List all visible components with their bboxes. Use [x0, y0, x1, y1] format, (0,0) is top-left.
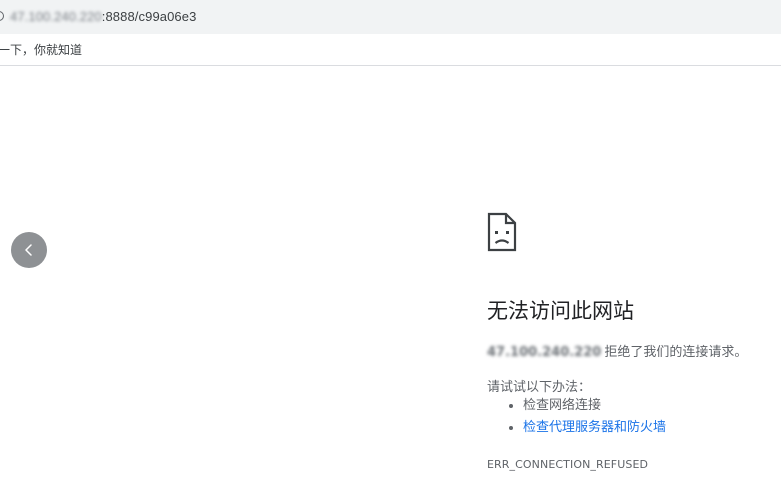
error-code: ERR_CONNECTION_REFUSED	[487, 458, 649, 471]
error-description: 47.100.240.220 拒绝了我们的连接请求。	[487, 341, 747, 360]
suggestions-label: 请试试以下办法：	[487, 380, 592, 395]
error-title: 无法访问此网站	[487, 299, 634, 323]
list-item: 检查代理服务器和防火墙	[509, 420, 666, 442]
bookmarks-bar: 一下，你就知道	[0, 34, 781, 66]
bookmark-item[interactable]: 一下，你就知道	[0, 41, 82, 58]
sad-page-icon	[487, 212, 517, 252]
error-message: 拒绝了我们的连接请求。	[604, 345, 748, 360]
chevron-left-icon	[25, 244, 32, 256]
address-url[interactable]: 47.100.240.220:8888/c99a06e3	[10, 9, 196, 24]
suggestion-check-network: 检查网络连接	[523, 398, 602, 413]
list-item: 检查网络连接	[509, 398, 666, 420]
back-button[interactable]	[11, 232, 47, 268]
bullet-icon	[509, 426, 513, 430]
bullet-icon	[509, 404, 513, 408]
suggestions-list: 检查网络连接 检查代理服务器和防火墙	[509, 398, 666, 442]
browser-window: 47.100.240.220:8888/c99a06e3 一下，你就知道 无法访…	[0, 0, 781, 486]
info-icon[interactable]	[0, 11, 4, 21]
suggestion-check-proxy-link[interactable]: 检查代理服务器和防火墙	[523, 420, 666, 435]
url-port-path: :8888/c99a06e3	[101, 9, 197, 24]
error-host-redacted: 47.100.240.220	[487, 345, 602, 360]
address-bar[interactable]: 47.100.240.220:8888/c99a06e3	[0, 0, 781, 34]
url-host-redacted: 47.100.240.220	[10, 9, 102, 24]
